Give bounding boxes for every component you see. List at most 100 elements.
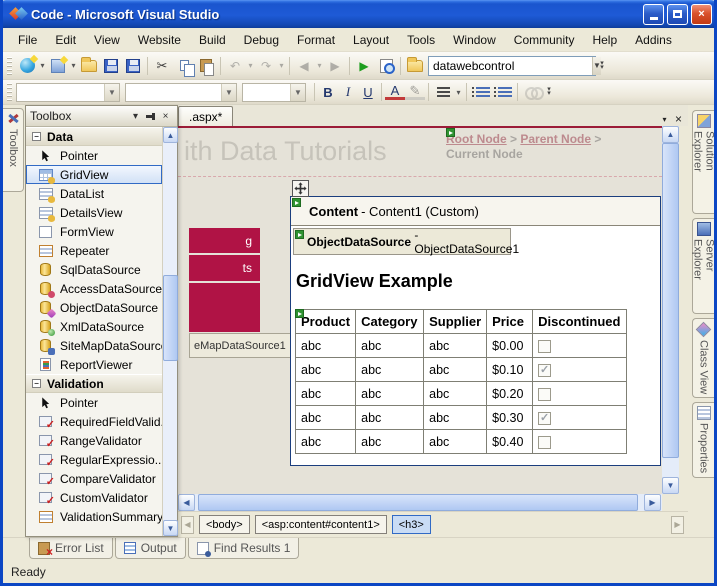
copy-button[interactable] xyxy=(173,55,195,77)
output-tab[interactable]: Output xyxy=(115,538,186,559)
view-in-browser-button[interactable] xyxy=(375,55,397,77)
close-button[interactable]: × xyxy=(691,4,712,25)
toolbox-scroll-thumb[interactable] xyxy=(163,275,178,361)
toolbox-autohide-tab[interactable]: Toolbox xyxy=(3,108,24,192)
toolbar-overflow-chevron[interactable]: ▾▾ xyxy=(543,88,555,96)
minimize-button[interactable] xyxy=(643,4,664,25)
save-all-button[interactable] xyxy=(122,55,144,77)
tag-aspcontent-button[interactable]: <asp:content#content1> xyxy=(255,515,387,534)
menu-layout[interactable]: Layout xyxy=(344,30,398,50)
scroll-down-button[interactable]: ▼ xyxy=(662,477,679,494)
underline-button[interactable]: U xyxy=(358,85,378,100)
toolbox-title-bar[interactable]: Toolbox ▾ × xyxy=(26,106,177,127)
new-website-button[interactable] xyxy=(16,55,38,77)
toolbar-grip[interactable] xyxy=(7,83,12,101)
toolbox-item-customvalidator[interactable]: CustomValidator xyxy=(26,488,162,507)
alignment-button[interactable] xyxy=(432,81,454,103)
menu-window[interactable]: Window xyxy=(444,30,505,50)
smart-tag-icon[interactable] xyxy=(292,198,301,207)
undo-button[interactable]: ↶ xyxy=(224,55,246,77)
toolbox-item-accessdatasource[interactable]: AccessDataSource xyxy=(26,279,162,298)
tag-scroll-left-button[interactable]: ◀ xyxy=(181,516,194,534)
navigate-backward-dropdown[interactable]: ▾ xyxy=(315,61,324,70)
menu-addins[interactable]: Addins xyxy=(626,30,681,50)
menu-file[interactable]: File xyxy=(9,30,46,50)
toolbox-item-sitemapdatasource[interactable]: SiteMapDataSource xyxy=(26,336,162,355)
highlight-button[interactable]: ✎ xyxy=(405,84,425,100)
menu-view[interactable]: View xyxy=(85,30,129,50)
font-color-button[interactable]: A xyxy=(385,84,405,100)
horizontal-scroll-thumb[interactable] xyxy=(198,494,638,511)
sitemapdatasource-control[interactable]: eMapDataSource1 xyxy=(189,333,305,358)
undo-dropdown[interactable]: ▾ xyxy=(246,61,255,70)
navigate-forward-button[interactable]: ▶ xyxy=(324,55,346,77)
toolbox-item-formview[interactable]: FormView xyxy=(26,222,162,241)
numbered-list-button[interactable] xyxy=(492,81,514,103)
error-list-tab[interactable]: Error List xyxy=(29,538,113,559)
open-file-button[interactable] xyxy=(78,55,100,77)
toolbox-item-gridview[interactable]: GridView xyxy=(26,165,162,184)
toolbox-item-pointer-validation[interactable]: Pointer xyxy=(26,393,162,412)
menu-help[interactable]: Help xyxy=(583,30,626,50)
toolbar-grip[interactable] xyxy=(7,57,12,75)
menu-community[interactable]: Community xyxy=(505,30,584,50)
class-view-tab[interactable]: Class View xyxy=(692,318,714,398)
menu-tools[interactable]: Tools xyxy=(398,30,444,50)
toolbox-item-datalist[interactable]: DataList xyxy=(26,184,162,203)
search-input[interactable] xyxy=(429,59,592,73)
toolbox-item-detailsview[interactable]: DetailsView xyxy=(26,203,162,222)
paste-button[interactable] xyxy=(195,55,217,77)
font-size-combo[interactable]: ▼ xyxy=(242,83,306,102)
content-control-header[interactable]: Content - Content1 (Custom) xyxy=(291,197,660,226)
document-tab-aspx[interactable]: .aspx* xyxy=(178,106,233,126)
navigate-backward-button[interactable]: ◀ xyxy=(293,55,315,77)
toolbox-item-regularexpressionvalidator[interactable]: RegularExpressio... xyxy=(26,450,162,469)
scroll-left-button[interactable]: ◀ xyxy=(178,494,195,511)
toolbox-scroll-down-button[interactable]: ▼ xyxy=(163,520,178,536)
properties-tab[interactable]: Properties xyxy=(692,402,714,478)
bullet-list-button[interactable] xyxy=(470,81,492,103)
smart-tag-icon[interactable] xyxy=(446,128,455,137)
toolbox-section-validation[interactable]: − Validation xyxy=(26,374,162,393)
menu-website[interactable]: Website xyxy=(129,30,190,50)
menu-build[interactable]: Build xyxy=(190,30,235,50)
scroll-right-button[interactable]: ▶ xyxy=(644,494,661,511)
toolbox-item-xmldatasource[interactable]: XmlDataSource xyxy=(26,317,162,336)
collapse-icon[interactable]: − xyxy=(32,132,41,141)
start-debugging-button[interactable]: ▶ xyxy=(353,55,375,77)
cut-button[interactable]: ✂ xyxy=(151,55,173,77)
tag-h3-button[interactable]: <h3> xyxy=(392,515,431,534)
document-list-dropdown[interactable]: ▾ xyxy=(660,115,669,124)
sitemappath-control[interactable]: Root Node > Parent Node > Current Node xyxy=(446,132,656,162)
redo-dropdown[interactable]: ▾ xyxy=(277,61,286,70)
italic-button[interactable]: I xyxy=(338,84,358,100)
toolbox-item-requiredfieldvalidator[interactable]: RequiredFieldValid... xyxy=(26,412,162,431)
scroll-up-button[interactable]: ▲ xyxy=(662,126,679,143)
find-results-tab[interactable]: Find Results 1 xyxy=(188,538,300,559)
toolbox-item-rangevalidator[interactable]: RangeValidator xyxy=(26,431,162,450)
new-website-dropdown[interactable]: ▾ xyxy=(38,61,47,70)
toolbox-pin-icon[interactable] xyxy=(143,109,158,124)
design-surface[interactable]: ith Data Tutorials Root Node > Parent No… xyxy=(178,126,662,494)
toolbox-item-sqldatasource[interactable]: SqlDataSource xyxy=(26,260,162,279)
maximize-button[interactable] xyxy=(667,4,688,25)
tag-scroll-right-button[interactable]: ▶ xyxy=(671,516,684,534)
font-name-combo[interactable]: ▼ xyxy=(125,83,237,102)
solution-explorer-tab[interactable]: Solution Explorer xyxy=(692,110,714,214)
find-in-files-button[interactable] xyxy=(404,55,426,77)
toolbox-item-reportviewer[interactable]: ReportViewer xyxy=(26,355,162,374)
add-item-dropdown[interactable]: ▾ xyxy=(69,61,78,70)
toolbox-item-objectdatasource[interactable]: ObjectDataSource xyxy=(26,298,162,317)
move-handle[interactable] xyxy=(292,180,309,197)
toolbox-scroll-up-button[interactable]: ▲ xyxy=(163,127,178,143)
hyperlink-button[interactable] xyxy=(521,81,543,103)
alignment-dropdown[interactable]: ▾ xyxy=(454,88,463,97)
redo-button[interactable]: ↷ xyxy=(255,55,277,77)
bold-button[interactable]: B xyxy=(318,85,338,100)
title-bar[interactable]: Code - Microsoft Visual Studio × xyxy=(0,0,717,28)
document-close-icon[interactable]: × xyxy=(675,112,682,126)
add-new-item-button[interactable] xyxy=(47,55,69,77)
smart-tag-icon[interactable] xyxy=(295,230,304,239)
content-control[interactable]: Content - Content1 (Custom) ObjectDataSo… xyxy=(290,196,661,466)
toolbox-item-pointer[interactable]: Pointer xyxy=(26,146,162,165)
